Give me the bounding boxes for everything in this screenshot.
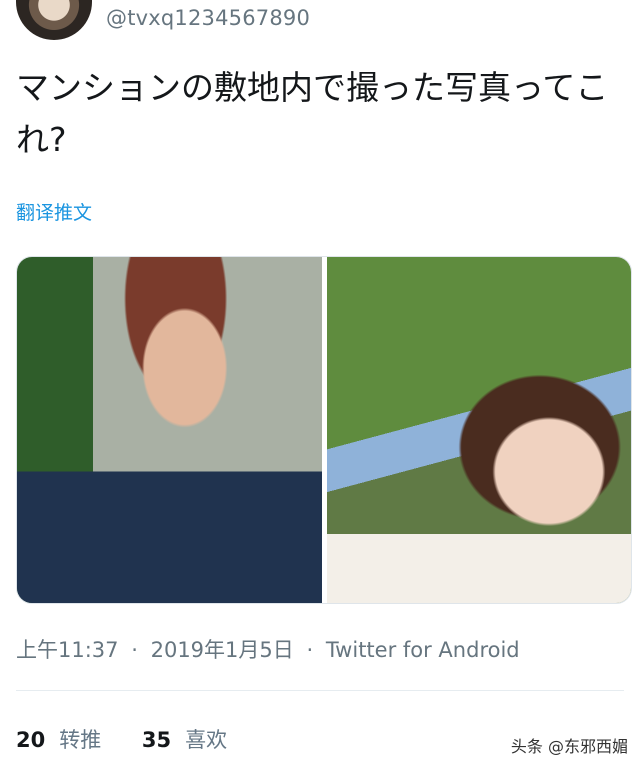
retweets-label: 转推: [59, 728, 102, 752]
tweet-media-grid: [16, 256, 632, 604]
tweet-meta: 上午11:37 · 2019年1月5日 · Twitter for Androi…: [16, 634, 526, 664]
translate-tweet-link[interactable]: 翻译推文: [16, 198, 92, 225]
retweets-count: 20: [16, 728, 46, 752]
likes-count: 35: [141, 728, 172, 752]
likes-label: 喜欢: [185, 728, 228, 752]
tweet-text: マンションの敷地内で撮った写真ってこれ?: [16, 68, 609, 159]
tweet-date[interactable]: 2019年1月5日: [151, 638, 294, 662]
tweet-photo-left[interactable]: [17, 257, 322, 603]
tweet-photo-right[interactable]: [327, 257, 631, 603]
tweet-source[interactable]: Twitter for Android: [326, 638, 520, 662]
avatar[interactable]: [16, 0, 92, 40]
retweets-stat[interactable]: 20 转推: [16, 724, 101, 754]
meta-separator: ·: [131, 638, 138, 662]
watermark: 头条 @东邪西媚: [510, 737, 628, 756]
likes-stat[interactable]: 35 喜欢: [142, 724, 227, 754]
meta-separator: ·: [306, 638, 314, 662]
tweet-time[interactable]: 上午11:37: [16, 638, 119, 662]
user-handle[interactable]: @tvxq1234567890: [106, 6, 310, 30]
tweet-stats: 20 转推 35 喜欢: [16, 724, 261, 754]
divider: [16, 690, 624, 691]
